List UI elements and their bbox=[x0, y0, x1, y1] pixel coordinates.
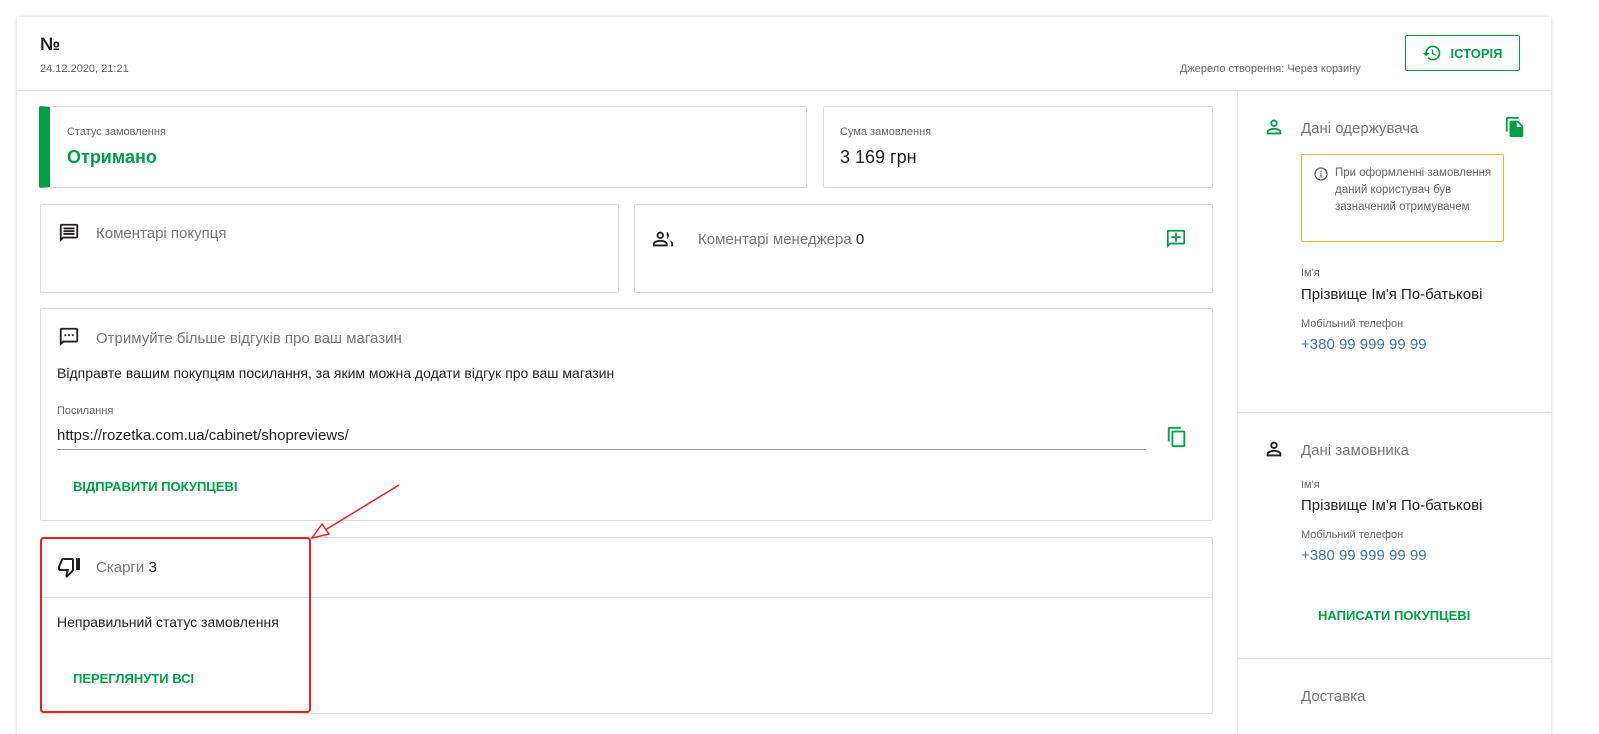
copy-icon[interactable] bbox=[1166, 426, 1188, 448]
review-link-field[interactable]: https://rozetka.com.ua/cabinet/shoprevie… bbox=[57, 427, 1146, 450]
order-source: Джерело створення: Через корзину bbox=[1180, 63, 1361, 75]
order-number: № bbox=[40, 34, 61, 54]
manager-comments-title: Коментарі менеджера 0 bbox=[698, 231, 864, 248]
reviews-description: Відправте вашим покупцям посилання, за я… bbox=[57, 365, 615, 381]
recipient-name: Прізвище Ім'я По-батькові bbox=[1301, 286, 1483, 303]
order-main: Статус замовлення Отримано Сума замовлен… bbox=[17, 91, 1237, 734]
manager-comments-count: 0 bbox=[855, 231, 865, 248]
buyer-comments-card: Коментарі покупця bbox=[40, 204, 619, 293]
order-sum-card: Сума замовлення 3 169 грн bbox=[823, 106, 1213, 188]
buyer-comments-title: Коментарі покупця bbox=[96, 225, 227, 242]
info-icon bbox=[1314, 167, 1328, 181]
delivery-title: Доставка bbox=[1301, 688, 1366, 705]
customer-phone[interactable]: +380 99 999 99 99 bbox=[1301, 547, 1427, 564]
history-button-label: ІСТОРІЯ bbox=[1450, 45, 1503, 61]
recipient-title: Дані одержувача bbox=[1301, 120, 1419, 137]
status-value: Отримано bbox=[67, 147, 157, 167]
copy-file-icon[interactable] bbox=[1504, 115, 1526, 139]
message-icon bbox=[59, 327, 79, 347]
order-page: № 24.12.2020, 21:21 Джерело створення: Ч… bbox=[17, 17, 1551, 734]
person-outline-icon bbox=[1266, 441, 1282, 457]
history-button[interactable]: ІСТОРІЯ bbox=[1405, 35, 1520, 71]
customer-name-label: Ім'я bbox=[1301, 479, 1320, 491]
recipient-phone[interactable]: +380 99 999 99 99 bbox=[1301, 336, 1427, 353]
recipient-phone-label: Мобільний телефон bbox=[1301, 318, 1404, 330]
sum-value: 3 169 грн bbox=[840, 147, 917, 167]
reviews-title: Отримуйте більше відгуків про ваш магази… bbox=[96, 330, 402, 347]
add-comment-icon[interactable] bbox=[1165, 228, 1187, 250]
customer-title: Дані замовника bbox=[1301, 442, 1410, 459]
recipient-name-label: Ім'я bbox=[1301, 267, 1320, 279]
send-to-buyer-button[interactable]: ВІДПРАВИТИ ПОКУПЦЕВІ bbox=[73, 479, 237, 494]
reviews-card: Отримуйте більше відгуків про ваш магази… bbox=[40, 308, 1213, 521]
person-icon bbox=[1266, 119, 1282, 135]
manager-comments-label: Коментарі менеджера bbox=[698, 231, 852, 248]
comment-icon bbox=[59, 223, 79, 243]
order-status-card: Статус замовлення Отримано bbox=[39, 106, 807, 188]
order-header: № 24.12.2020, 21:21 Джерело створення: Ч… bbox=[17, 17, 1551, 91]
annotation-arrow-icon bbox=[310, 484, 400, 540]
annotation-highlight-box bbox=[40, 537, 311, 713]
manager-comments-card: Коментарі менеджера 0 bbox=[634, 204, 1213, 293]
sum-label: Сума замовлення bbox=[840, 126, 932, 138]
side-panel: Дані одержувача При оформленні замовленн… bbox=[1237, 91, 1551, 734]
customer-section: Дані замовника Ім'я Прізвище Ім'я По-бат… bbox=[1238, 413, 1551, 659]
link-label: Посилання bbox=[57, 405, 114, 417]
customer-name: Прізвище Ім'я По-батькові bbox=[1301, 497, 1483, 514]
status-label: Статус замовлення bbox=[67, 126, 166, 138]
recipient-section: Дані одержувача При оформленні замовленн… bbox=[1238, 91, 1551, 413]
order-date: 24.12.2020, 21:21 bbox=[40, 63, 129, 75]
history-icon bbox=[1423, 45, 1441, 61]
people-icon bbox=[652, 231, 674, 247]
customer-phone-label: Мобільний телефон bbox=[1301, 529, 1404, 541]
recipient-notice: При оформленні замовлення даний користув… bbox=[1301, 154, 1504, 242]
write-to-buyer-button[interactable]: НАПИСАТИ ПОКУПЦЕВІ bbox=[1318, 608, 1470, 623]
recipient-notice-text: При оформленні замовлення даний користув… bbox=[1335, 167, 1492, 213]
